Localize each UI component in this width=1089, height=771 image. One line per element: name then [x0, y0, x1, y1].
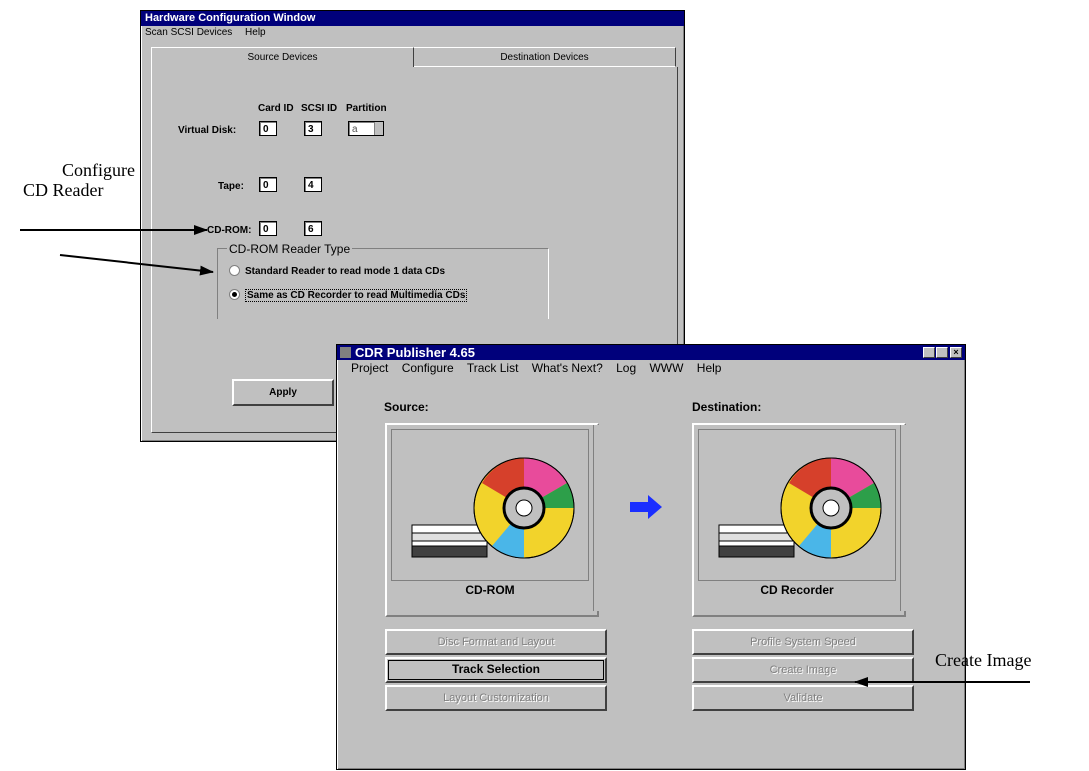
configure-arrow-2	[59, 254, 214, 276]
annotation-arrows	[20, 225, 1030, 687]
